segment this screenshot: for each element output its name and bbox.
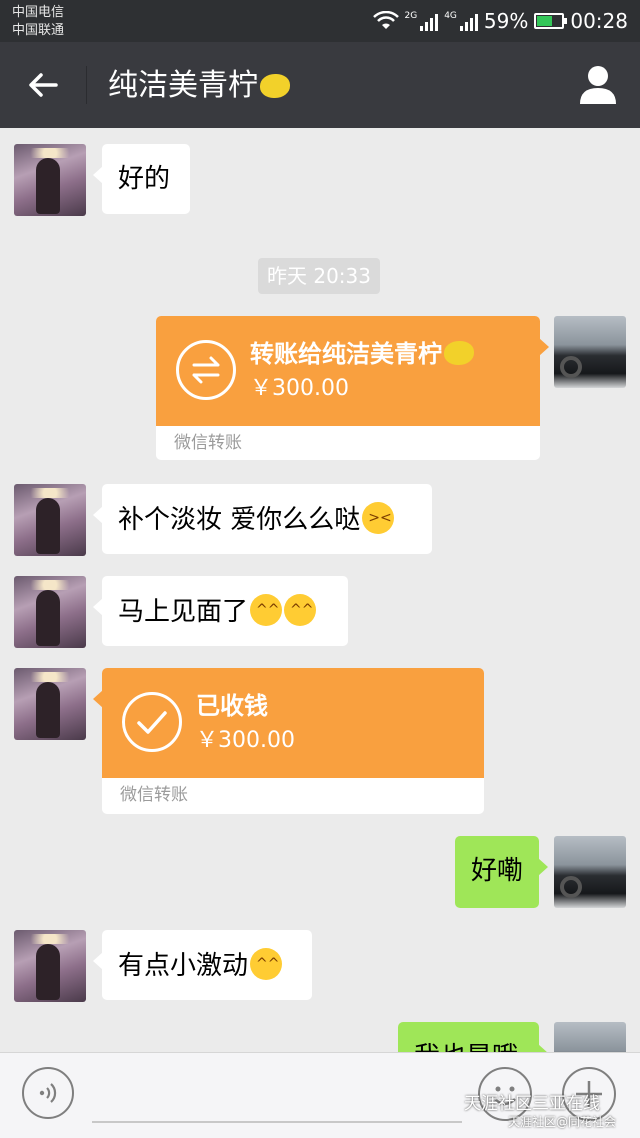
contact-avatar[interactable] <box>14 144 86 216</box>
transfer-amount: ￥300.00 <box>196 728 295 753</box>
message-text: 我也是哦 <box>414 1042 518 1052</box>
checkmark-icon <box>122 692 182 752</box>
transfer-title: 已收钱 <box>196 692 268 720</box>
signal-1-label: 2G <box>404 11 418 21</box>
message-text: 好的 <box>118 164 171 194</box>
voice-input-button[interactable] <box>22 1067 74 1119</box>
message-text: 好嘞 <box>471 856 524 886</box>
hugging-emoji-icon: ^^ <box>250 594 283 626</box>
message-text: 马上见面了 <box>118 597 249 627</box>
wifi-icon <box>372 11 399 29</box>
carrier-1: 中国电信 <box>12 5 65 20</box>
lemon-emoji-icon <box>444 341 474 365</box>
signal-icon-2: 4G <box>444 11 478 31</box>
my-avatar[interactable] <box>554 1022 626 1052</box>
message-bubble-incoming[interactable]: 好的 <box>93 144 190 214</box>
transfer-arrows-icon <box>176 340 236 400</box>
carrier-2: 中国联通 <box>12 23 65 38</box>
grinning-emoji-icon: ^^ <box>250 948 283 980</box>
lemon-emoji-icon <box>260 74 290 98</box>
message-bubble-outgoing[interactable]: 我也是哦 <box>398 1022 548 1052</box>
watermark-subtext: 天涯社区@同花社会 <box>508 1115 617 1129</box>
chat-title: 纯洁美青柠 <box>108 68 290 104</box>
my-avatar[interactable] <box>554 316 626 388</box>
battery-icon <box>534 13 568 29</box>
contact-avatar[interactable] <box>14 484 86 556</box>
battery-percent: 59% <box>483 9 529 33</box>
back-arrow-icon[interactable] <box>22 64 64 106</box>
header-divider <box>86 66 87 104</box>
transfer-amount: ￥300.00 <box>250 376 349 401</box>
transfer-card-body: 转账给纯洁美青柠 ￥300.00 <box>156 316 549 426</box>
voice-icon <box>39 1083 57 1103</box>
status-bar: 中国电信 中国联通 2G 4G 59% 00:28 <box>0 0 640 42</box>
message-bubble-incoming[interactable]: 有点小激动 ^^ <box>93 930 312 1000</box>
transfer-card-outgoing[interactable]: 转账给纯洁美青柠 ￥300.00 微信转账 <box>156 316 549 460</box>
contact-avatar[interactable] <box>14 576 86 648</box>
my-avatar[interactable] <box>554 836 626 908</box>
transfer-title: 转账给纯洁美青柠 <box>250 338 474 370</box>
message-input[interactable] <box>92 1067 462 1123</box>
signal-icon-1: 2G <box>405 11 439 31</box>
transfer-title-text: 转账给纯洁美青柠 <box>250 340 442 368</box>
signal-2-label: 4G <box>444 11 457 21</box>
hugging-emoji-icon: ^^ <box>284 594 317 626</box>
message-text: 有点小激动 <box>118 951 249 981</box>
transfer-footer: 微信转账 <box>174 433 242 453</box>
watermark-text: 天涯社区三亚在线 <box>464 1094 600 1114</box>
chat-header: 纯洁美青柠 <box>0 42 640 128</box>
status-indicators: 2G 4G 59% 00:28 <box>372 8 628 34</box>
tongue-out-emoji-icon: >< <box>362 502 395 534</box>
carrier-labels: 中国电信 中国联通 <box>12 4 64 40</box>
clock: 00:28 <box>570 9 628 33</box>
contact-avatar[interactable] <box>14 930 86 1002</box>
contact-avatar[interactable] <box>14 668 86 740</box>
message-bubble-outgoing[interactable]: 好嘞 <box>455 836 548 908</box>
message-text: 补个淡妆 爱你么么哒 <box>118 505 361 535</box>
message-bubble-incoming[interactable]: 补个淡妆 爱你么么哒 >< <box>93 484 432 554</box>
transfer-footer: 微信转账 <box>120 785 188 805</box>
contact-profile-icon[interactable] <box>578 64 618 106</box>
timestamp-label: 昨天 20:33 <box>258 258 380 294</box>
chat-title-text: 纯洁美青柠 <box>108 68 258 103</box>
message-bubble-incoming[interactable]: 马上见面了 ^^ ^^ <box>93 576 348 646</box>
message-list[interactable]: 好的 昨天 20:33 转账给纯洁美青柠 ￥300.00 微信转账 补个淡妆 爱… <box>0 128 640 1052</box>
transfer-card-body: 已收钱 ￥300.00 <box>93 668 484 778</box>
transfer-card-incoming[interactable]: 已收钱 ￥300.00 微信转账 <box>93 668 484 814</box>
